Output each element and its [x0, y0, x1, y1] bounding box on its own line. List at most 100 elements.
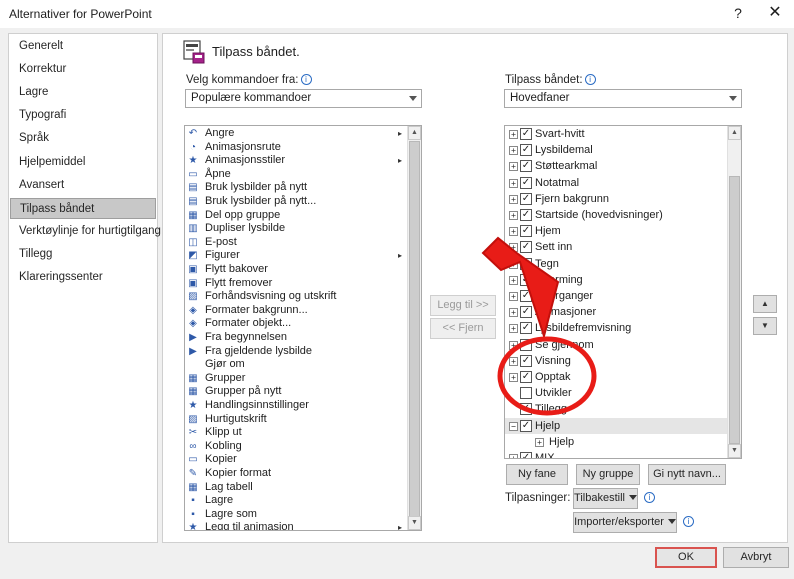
list-item[interactable]: ▭ Åpne: [185, 168, 415, 182]
tabs-scrollbar[interactable]: ▲ ▼: [727, 126, 741, 458]
list-item[interactable]: ∞ Kobling: [185, 440, 415, 454]
list-item[interactable]: ▪ Lagre: [185, 494, 415, 508]
add-button[interactable]: Legg til >>: [430, 295, 496, 316]
list-item[interactable]: ▥ Dupliser lysbilde: [185, 222, 415, 236]
list-item[interactable]: ▨ Forhåndsvisning og utskrift: [185, 290, 415, 304]
expand-icon[interactable]: +: [509, 211, 518, 220]
tree-item[interactable]: + ✓ Visning: [505, 353, 727, 369]
list-item[interactable]: ◔ Animasjonsrute: [185, 141, 415, 155]
tree-item[interactable]: + ✓ Animasjoner: [505, 304, 727, 320]
list-item[interactable]: ◈ Formater objekt...: [185, 317, 415, 331]
tab-checkbox[interactable]: ✓: [520, 419, 532, 432]
scroll-up-icon[interactable]: ▲: [728, 126, 741, 140]
nav-item[interactable]: Språk: [10, 128, 156, 149]
tree-item[interactable]: + Hjelp: [505, 434, 727, 450]
expand-icon[interactable]: +: [509, 324, 518, 334]
tab-checkbox[interactable]: ✓: [520, 144, 532, 157]
tab-checkbox[interactable]: ✓: [520, 452, 532, 458]
list-item[interactable]: ★ Handlingsinnstillinger: [185, 399, 415, 413]
list-item[interactable]: ▦ Grupper: [185, 372, 415, 386]
tab-checkbox[interactable]: ✓: [520, 338, 532, 351]
nav-item[interactable]: Tilpass båndet: [10, 197, 156, 219]
commands-list[interactable]: ▲ ▼ ↶ Angre ▸ ◔ Animasjonsrute ★ Animasjonssti…: [184, 125, 422, 531]
tab-checkbox[interactable]: ✓: [520, 128, 532, 140]
tab-checkbox[interactable]: ✓: [520, 225, 532, 238]
list-item[interactable]: ▦ Grupper på nytt: [185, 385, 415, 399]
expand-icon[interactable]: +: [509, 146, 518, 156]
nav-item[interactable]: Hjelpemiddel: [10, 152, 156, 173]
scroll-thumb[interactable]: [729, 176, 740, 444]
tree-item[interactable]: + ✓ Støttearkmal: [505, 158, 727, 174]
expand-icon[interactable]: +: [509, 259, 518, 269]
nav-item[interactable]: Korrektur: [10, 59, 156, 80]
import-export-button[interactable]: Importer/eksporter: [573, 512, 677, 533]
expand-icon[interactable]: +: [509, 373, 518, 382]
list-item[interactable]: ▨ Hurtigutskrift: [185, 413, 415, 427]
expand-icon[interactable]: +: [509, 162, 518, 172]
expand-icon[interactable]: +: [509, 194, 518, 204]
expand-icon[interactable]: +: [509, 227, 518, 237]
list-item[interactable]: ▤ Bruk lysbilder på nytt: [185, 181, 415, 195]
tab-checkbox[interactable]: ✓: [520, 403, 532, 416]
nav-item[interactable]: Tillegg: [10, 244, 156, 265]
list-item[interactable]: ★ Animasjonsstiler ▸: [185, 154, 415, 168]
list-item[interactable]: ▶ Fra begynnelsen: [185, 331, 415, 345]
list-item[interactable]: ▶ Fra gjeldende lysbilde: [185, 345, 415, 359]
list-item[interactable]: ✂ Klipp ut: [185, 426, 415, 440]
tab-checkbox[interactable]: ✓: [520, 241, 532, 254]
move-down-button[interactable]: ▼: [753, 317, 777, 335]
list-item[interactable]: ▣ Flytt bakover: [185, 263, 415, 277]
tab-checkbox[interactable]: [520, 387, 532, 400]
tree-item[interactable]: + ✓ Overganger: [505, 288, 727, 304]
nav-item[interactable]: Klareringssenter: [10, 267, 156, 288]
tab-checkbox[interactable]: ✓: [520, 257, 532, 270]
tree-item[interactable]: + ✓ Lysbildefremvisning: [505, 320, 727, 336]
list-item[interactable]: ◈ Formater bakgrunn...: [185, 304, 415, 318]
info-icon[interactable]: i: [683, 516, 694, 527]
ribbon-tabs-tree[interactable]: ▲ ▼ + ✓ Svart-hvitt + ✓ Lysbildemal + ✓ Støttear…: [504, 125, 742, 459]
expand-icon[interactable]: +: [535, 437, 544, 447]
tree-item[interactable]: + ✓ Lysbildemal: [505, 142, 727, 158]
move-up-button[interactable]: ▲: [753, 295, 777, 313]
list-item[interactable]: ↶ Angre ▸: [185, 127, 415, 141]
nav-item[interactable]: Verktøylinje for hurtigtilgang: [10, 221, 161, 242]
expand-icon[interactable]: +: [509, 130, 518, 139]
nav-item[interactable]: Generelt: [10, 36, 156, 57]
tab-checkbox[interactable]: ✓: [520, 371, 532, 383]
list-item[interactable]: ◩ Figurer ▸: [185, 249, 415, 263]
expand-icon[interactable]: +: [509, 292, 518, 301]
tree-item[interactable]: − ✓ Hjelp: [505, 417, 727, 434]
info-icon[interactable]: i: [644, 492, 655, 503]
expand-icon[interactable]: +: [509, 275, 518, 285]
tab-checkbox[interactable]: ✓: [520, 354, 532, 367]
tree-item[interactable]: + ✓ Se gjennom: [505, 337, 727, 353]
info-icon[interactable]: i: [300, 74, 312, 85]
tree-item[interactable]: + ✓ Opptak: [505, 369, 727, 385]
tree-item[interactable]: + ✓ Hjem: [505, 223, 727, 239]
expand-icon[interactable]: +: [509, 308, 518, 318]
tree-item[interactable]: + ✓ Sett inn: [505, 239, 727, 255]
nav-item[interactable]: Typografi: [10, 105, 156, 126]
expand-icon[interactable]: +: [509, 178, 518, 188]
tree-item[interactable]: + ✓ MIX: [505, 450, 727, 458]
tab-checkbox[interactable]: ✓: [520, 306, 532, 319]
tree-item[interactable]: + ✓ Startside (hovedvisninger): [505, 207, 727, 223]
tree-item[interactable]: + ✓ Utforming: [505, 272, 727, 288]
tree-item[interactable]: ✓ Tillegg: [505, 401, 727, 417]
collapse-icon[interactable]: −: [509, 421, 518, 431]
tree-item[interactable]: + ✓ Fjern bakgrunn: [505, 191, 727, 207]
expand-icon[interactable]: +: [509, 340, 518, 350]
tree-item[interactable]: Utvikler: [505, 385, 727, 401]
list-item[interactable]: ▣ Flytt fremover: [185, 277, 415, 291]
rename-button[interactable]: Gi nytt navn...: [648, 464, 726, 485]
list-item[interactable]: ★ Legg til animasjon ▸: [185, 521, 415, 530]
tree-item[interactable]: + ✓ Tegn: [505, 256, 727, 272]
cancel-button[interactable]: Avbryt: [723, 547, 789, 568]
expand-icon[interactable]: +: [509, 243, 518, 253]
tab-checkbox[interactable]: ✓: [520, 322, 532, 335]
tab-checkbox[interactable]: ✓: [520, 160, 532, 173]
list-item[interactable]: ▭ Kopier: [185, 453, 415, 467]
new-tab-button[interactable]: Ny fane: [506, 464, 568, 485]
tab-checkbox[interactable]: ✓: [520, 273, 532, 286]
expand-icon[interactable]: +: [509, 454, 518, 458]
